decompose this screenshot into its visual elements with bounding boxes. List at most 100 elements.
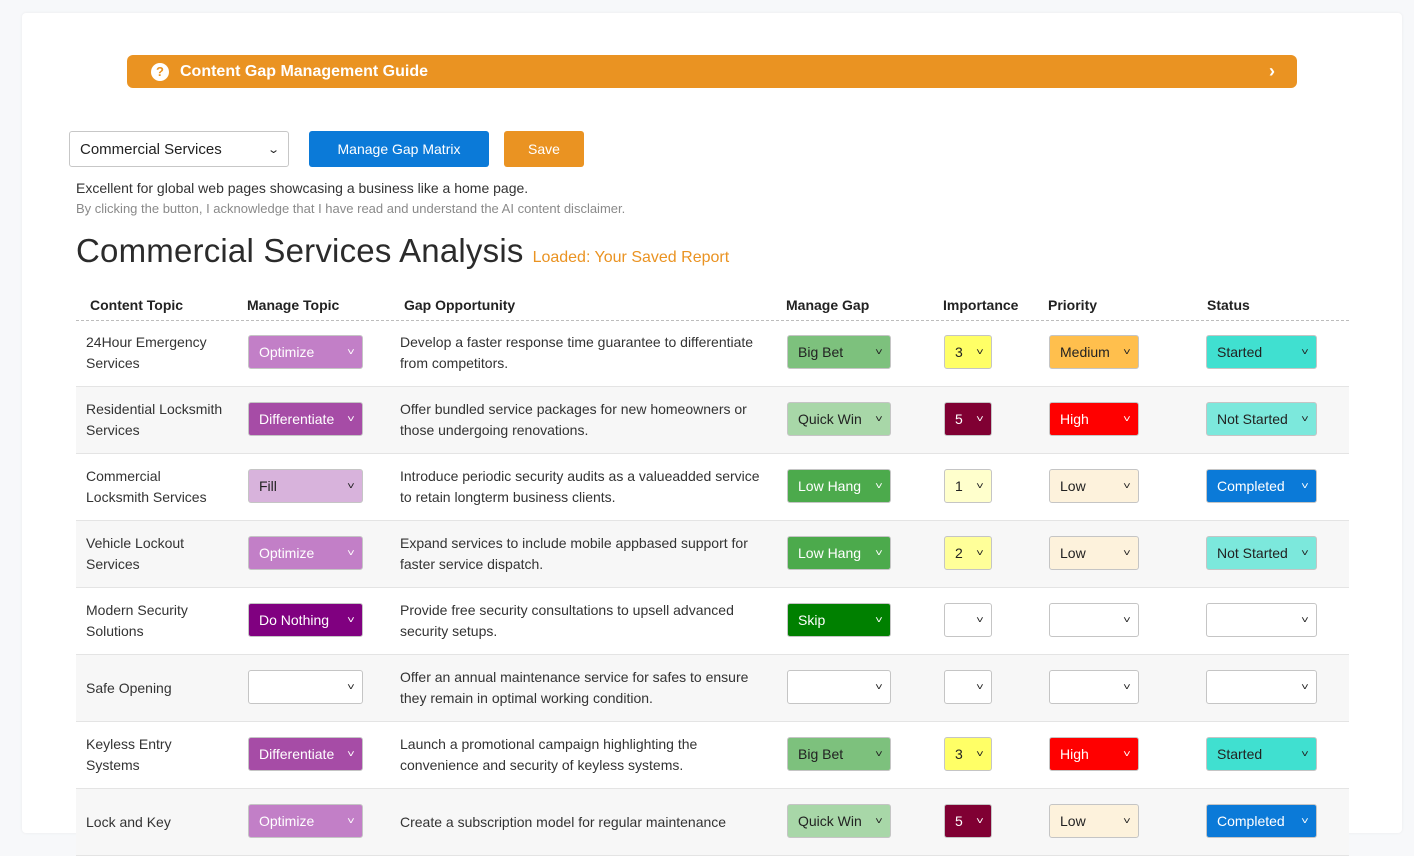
manage-gap-select[interactable]: Low Hang ˅ [787,469,891,503]
content-topic: Modern Security Solutions [86,602,188,639]
chevron-right-icon[interactable]: › [1269,61,1275,82]
manage-topic-select[interactable]: Optimize ˅ [248,804,363,838]
guide-banner[interactable]: ? Content Gap Management Guide › [127,55,1297,88]
status-select-value: Not Started [1217,545,1288,561]
manage-gap-select[interactable]: ˅ [787,670,891,704]
col-priority: Priority [1048,297,1098,313]
chevron-down-icon: ˅ [347,614,355,626]
status-select[interactable]: ˅ [1206,670,1317,704]
manage-topic-select[interactable]: Differentiate ˅ [248,402,363,436]
chevron-down-icon: ˅ [347,681,355,693]
importance-select[interactable]: 3 ˅ [944,335,992,369]
importance-select-value: 3 [955,746,963,762]
gap-opportunity: Create a subscription model for regular … [400,813,727,830]
content-topic: Commercial Locksmith Services [86,468,207,505]
manage-topic-select[interactable]: Optimize ˅ [248,335,363,369]
importance-select[interactable]: 3 ˅ [944,737,992,771]
priority-select-value: High [1060,411,1089,427]
manage-topic-select-value: Optimize [259,344,315,360]
manage-gap-select-value: Low Hang [798,478,862,494]
ai-disclaimer: By clicking the button, I acknowledge th… [76,201,626,216]
priority-select-value: Low [1060,545,1086,561]
chevron-down-icon: ˅ [347,413,355,425]
importance-select[interactable]: 5 ˅ [944,804,992,838]
help-icon: ? [151,62,169,81]
table-row: Lock and Key Create a subscription model … [76,789,1349,856]
status-select-value: Completed [1217,813,1285,829]
manage-gap-select[interactable]: Quick Win ˅ [787,402,891,436]
gap-opportunity: Offer bundled service packages for new h… [400,401,747,438]
category-select[interactable]: Commercial Services ⌄ [69,131,289,167]
importance-select[interactable]: 1 ˅ [944,469,992,503]
chevron-down-icon: ˅ [976,547,984,559]
priority-select[interactable]: High ˅ [1049,402,1139,436]
chevron-down-icon: ˅ [976,614,984,626]
priority-select[interactable]: Low ˅ [1049,536,1139,570]
chevron-down-icon: ˅ [875,547,883,559]
col-gap-opportunity: Gap Opportunity [404,297,516,313]
chevron-down-icon: ˅ [1301,748,1309,760]
content-topic: 24Hour Emergency Services [86,334,207,371]
importance-select[interactable]: 2 ˅ [944,536,992,570]
priority-select[interactable]: Medium ˅ [1049,335,1139,369]
status-select[interactable]: ˅ [1206,603,1317,637]
importance-select[interactable]: ˅ [944,603,992,637]
manage-gap-select-value: Low Hang [798,545,862,561]
table-row: Safe Opening Offer an annual maintenance … [76,655,1349,722]
manage-gap-select-value: Big Bet [798,746,844,762]
status-select[interactable]: Started ˅ [1206,335,1317,369]
status-select[interactable]: Completed ˅ [1206,804,1317,838]
col-manage-gap: Manage Gap [786,297,870,313]
category-description: Excellent for global web pages showcasin… [76,180,529,196]
priority-select[interactable]: ˅ [1049,603,1139,637]
report-status: Loaded: Your Saved Report [532,249,730,266]
status-select[interactable]: Not Started ˅ [1206,402,1317,436]
chevron-down-icon: ˅ [875,748,883,760]
chevron-down-icon: ˅ [347,748,355,760]
chevron-down-icon: ˅ [1123,480,1131,492]
content-topic: Safe Opening [86,679,172,696]
status-select[interactable]: Completed ˅ [1206,469,1317,503]
manage-gap-select[interactable]: Big Bet ˅ [787,335,891,369]
manage-topic-select[interactable]: Do Nothing ˅ [248,603,363,637]
col-manage-topic: Manage Topic [247,297,340,313]
chevron-down-icon: ˅ [976,748,984,760]
chevron-down-icon: ˅ [875,681,883,693]
priority-select-value: Low [1060,813,1086,829]
save-button[interactable]: Save [504,131,584,167]
chevron-down-icon: ˅ [875,815,883,827]
chevron-down-icon: ˅ [1123,413,1131,425]
chevron-down-icon: ˅ [875,614,883,626]
importance-select-value: 3 [955,344,963,360]
chevron-down-icon: ˅ [1301,547,1309,559]
priority-select[interactable]: Low ˅ [1049,804,1139,838]
importance-select[interactable]: 5 ˅ [944,402,992,436]
table-row: 24Hour Emergency Services Develop a faste… [76,320,1349,387]
priority-select[interactable]: High ˅ [1049,737,1139,771]
priority-select[interactable]: ˅ [1049,670,1139,704]
status-select[interactable]: Started ˅ [1206,737,1317,771]
chevron-down-icon: ˅ [1123,547,1131,559]
manage-gap-select[interactable]: Skip ˅ [787,603,891,637]
table-row: Modern Security Solutions Provide free se… [76,588,1349,655]
manage-gap-select[interactable]: Low Hang ˅ [787,536,891,570]
content-topic: Vehicle Lockout Services [86,535,185,572]
priority-select[interactable]: Low ˅ [1049,469,1139,503]
manage-topic-select[interactable]: Fill ˅ [248,469,363,503]
manage-gap-select[interactable]: Big Bet ˅ [787,737,891,771]
manage-gap-matrix-button[interactable]: Manage Gap Matrix [309,131,489,167]
status-select[interactable]: Not Started ˅ [1206,536,1317,570]
chevron-down-icon: ˅ [1123,748,1131,760]
manage-topic-select[interactable]: Optimize ˅ [248,536,363,570]
content-topic: Keyless Entry Systems [86,736,172,773]
table-row: Keyless Entry Systems Launch a promotiona… [76,722,1349,789]
content-topic: Residential Locksmith Services [86,401,223,438]
chevron-down-icon: ˅ [347,547,355,559]
manage-gap-select[interactable]: Quick Win ˅ [787,804,891,838]
col-content-topic: Content Topic [90,297,184,313]
gap-opportunity: Offer an annual maintenance service for … [400,669,749,706]
manage-topic-select[interactable]: Differentiate ˅ [248,737,363,771]
importance-select[interactable]: ˅ [944,670,992,704]
importance-select-value: 5 [955,813,963,829]
manage-topic-select[interactable]: ˅ [248,670,363,704]
